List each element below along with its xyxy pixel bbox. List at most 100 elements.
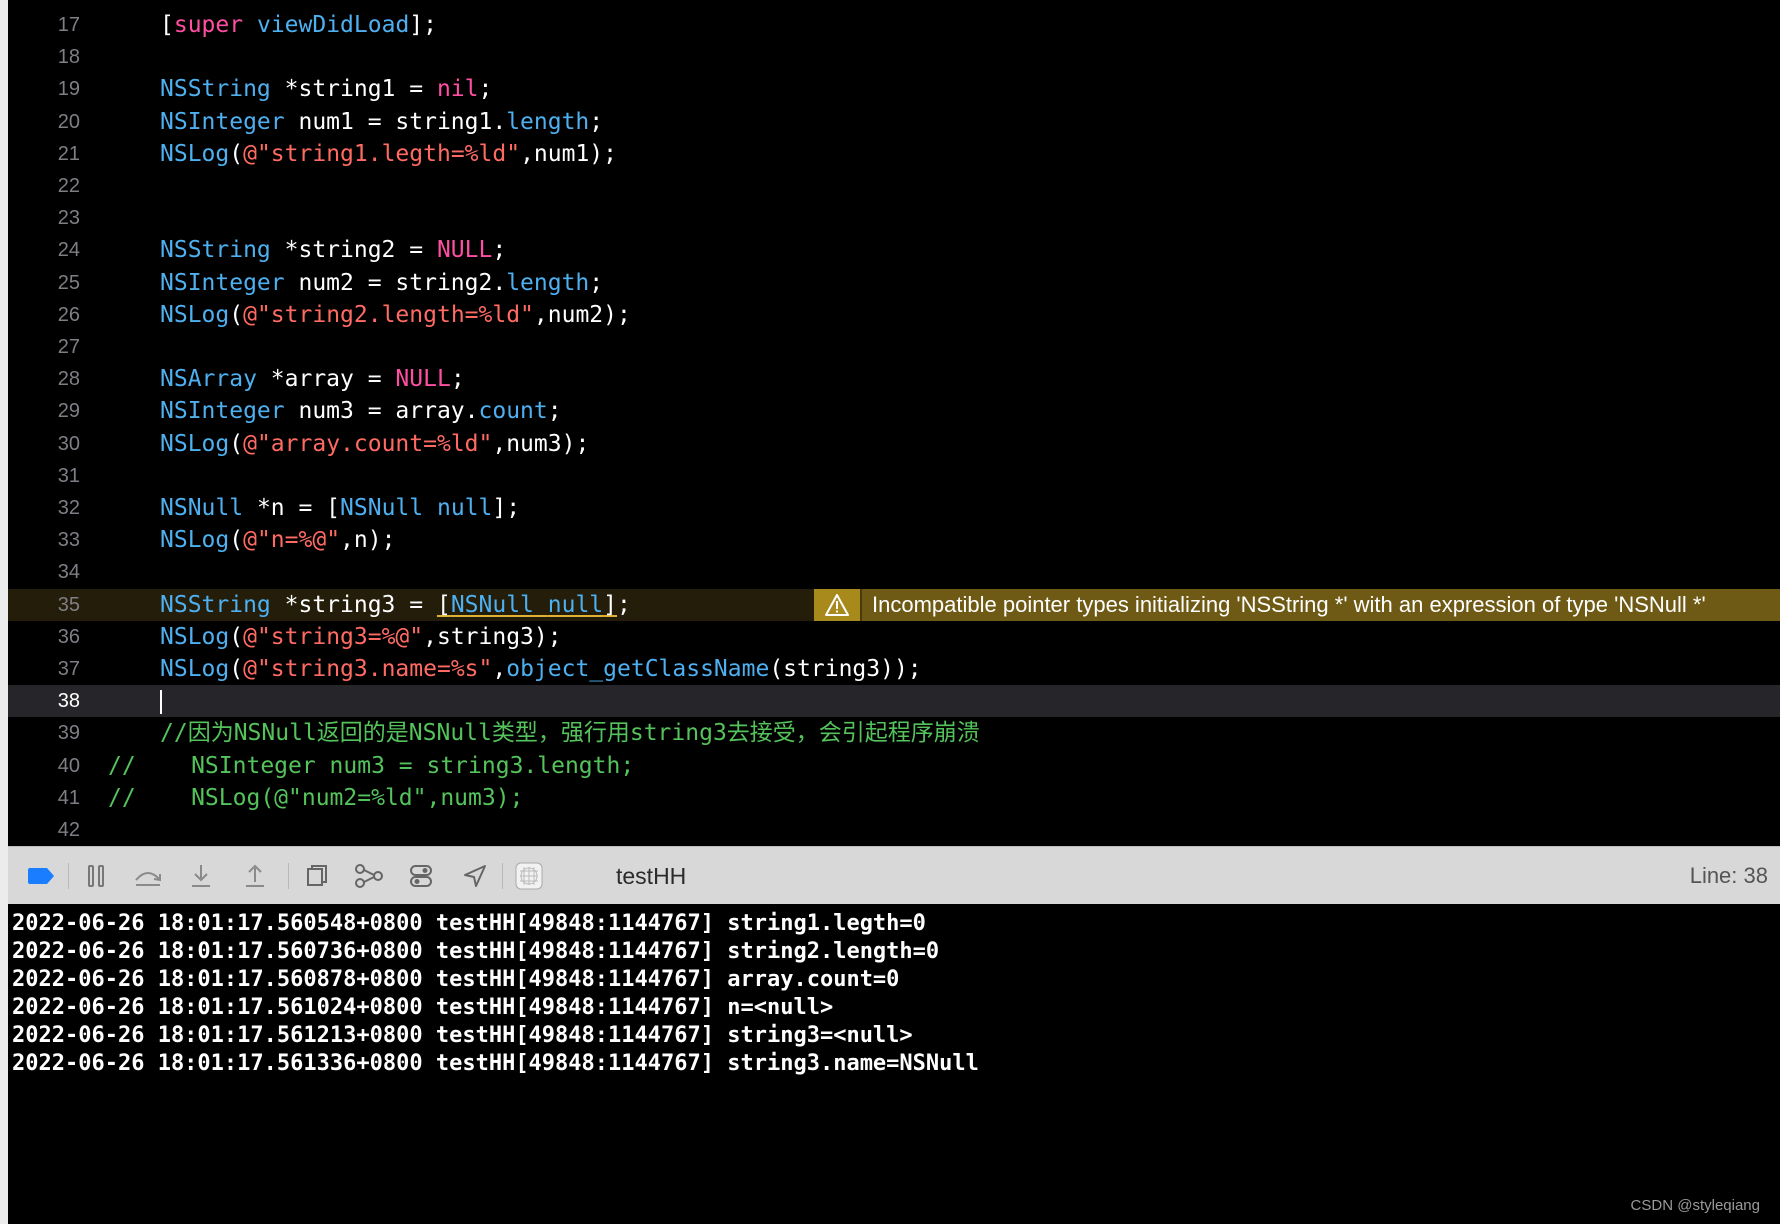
step-out-button[interactable]	[240, 861, 270, 891]
code-token: super	[173, 12, 244, 38]
line-number[interactable]: 26	[8, 299, 80, 331]
code-token: length	[506, 108, 590, 135]
code-editor[interactable]: 17 [super viewDidLoad]; 18 19 NSString *stri…	[8, 0, 1780, 846]
line-number[interactable]: 39	[8, 717, 80, 749]
code-line[interactable]: 40 // NSInteger num3 = string3.length;	[8, 750, 1780, 782]
code-line[interactable]: 27	[8, 331, 1780, 363]
line-number[interactable]: 36	[8, 621, 80, 653]
console-log-line: 2022-06-26 18:01:17.560736+0800 testHH[4…	[12, 939, 940, 964]
code-token: (	[229, 140, 244, 167]
code-line[interactable]: 36 NSLog(@"string3=%@",string3);	[8, 621, 1780, 653]
code-token: ,n);	[340, 527, 396, 554]
code-line[interactable]: 23	[8, 202, 1780, 234]
code-line[interactable]: 41 // NSLog(@"num2=%ld",num3);	[8, 782, 1780, 814]
debug-console[interactable]: 2022-06-26 18:01:17.560548+0800 testHH[4…	[8, 904, 1780, 1224]
line-number[interactable]: 28	[8, 363, 80, 395]
line-number[interactable]: 30	[8, 428, 80, 460]
code-token: NSLog	[160, 301, 230, 328]
line-number[interactable]: 38	[8, 685, 80, 717]
memory-graph-button[interactable]	[352, 861, 386, 891]
line-number[interactable]: 37	[8, 653, 80, 685]
code-token: ;	[478, 76, 493, 103]
code-line[interactable]: 18	[8, 41, 1780, 73]
line-number[interactable]: 27	[8, 331, 80, 363]
step-over-icon	[135, 872, 161, 886]
line-number[interactable]: 21	[8, 138, 80, 170]
step-over-button[interactable]	[132, 861, 164, 891]
code-token: NSInteger	[160, 108, 285, 135]
code-token: ,num1);	[520, 140, 617, 167]
code-line[interactable]: 42	[8, 814, 1780, 846]
warning-annotation[interactable]: Incompatible pointer types initializing …	[814, 588, 1780, 621]
environment-overrides-button[interactable]	[404, 861, 438, 891]
code-token: *n = [	[243, 495, 341, 521]
process-name[interactable]: testHH	[616, 861, 686, 891]
code-token: NULL	[395, 366, 451, 393]
code-token: (	[229, 430, 244, 457]
code-token: *string1 =	[270, 76, 437, 103]
code-line[interactable]: 19 NSString *string1 = nil;	[8, 73, 1780, 105]
code-line[interactable]: 38	[8, 685, 1780, 718]
line-number[interactable]: 22	[8, 170, 80, 202]
code-line[interactable]: 17 [super viewDidLoad];	[8, 9, 1780, 41]
pause-button[interactable]	[82, 861, 110, 891]
line-number[interactable]: 23	[8, 202, 80, 234]
code-token: num1 = string1.	[284, 108, 507, 135]
code-token: @"n=%@"	[243, 527, 341, 554]
code-token: NSLog	[160, 656, 230, 682]
line-number[interactable]: 42	[8, 814, 80, 846]
code-line[interactable]: 30 NSLog(@"array.count=%ld",num3);	[8, 428, 1780, 460]
code-line[interactable]: 29 NSInteger num3 = array.count;	[8, 395, 1780, 427]
step-into-icon	[192, 865, 210, 887]
code-line[interactable]: 31	[8, 460, 1780, 492]
code-token: ,num3);	[492, 430, 590, 457]
code-line[interactable]: 32 NSNull *n = [NSNull null];	[8, 492, 1780, 524]
line-number[interactable]: 24	[8, 234, 80, 266]
code-line[interactable]: 34	[8, 556, 1780, 588]
code-token: NSNull	[450, 591, 534, 618]
line-number[interactable]: 18	[8, 41, 80, 73]
code-line[interactable]: 26 NSLog(@"string2.length=%ld",num2);	[8, 299, 1780, 331]
simulate-location-button[interactable]	[458, 861, 492, 891]
line-number[interactable]: 20	[8, 106, 80, 138]
code-token: NSInteger	[160, 269, 285, 296]
code-token: NSNull	[340, 495, 424, 521]
code-line[interactable]: 22	[8, 170, 1780, 202]
app-grid-icon	[515, 862, 543, 890]
line-number[interactable]: 32	[8, 492, 80, 524]
line-number[interactable]: 29	[8, 395, 80, 427]
code-token: ,	[492, 656, 507, 682]
line-number[interactable]: 41	[8, 782, 80, 814]
code-line[interactable]: 21 NSLog(@"string1.legth=%ld",num1);	[8, 138, 1780, 170]
code-line[interactable]: 24 NSString *string2 = NULL;	[8, 234, 1780, 266]
code-token: @"string1.legth=%ld"	[243, 140, 521, 167]
code-text: NSLog(@"array.count=%ld",num3);	[160, 428, 589, 460]
line-number[interactable]: 25	[8, 267, 80, 299]
code-text: NSString *string2 = NULL;	[160, 234, 506, 266]
code-line[interactable]: 20 NSInteger num1 = string1.length;	[8, 106, 1780, 138]
step-into-button[interactable]	[186, 861, 216, 891]
line-number[interactable]: 19	[8, 73, 80, 105]
toolbar-separator	[288, 863, 289, 889]
warning-icon	[814, 588, 862, 621]
line-number[interactable]: 31	[8, 460, 80, 492]
code-text: NSLog(@"string2.length=%ld",num2);	[160, 299, 631, 331]
line-number[interactable]: 34	[8, 556, 80, 588]
code-line[interactable]: 37 NSLog(@"string3.name=%s",object_getCla…	[8, 653, 1780, 685]
line-number[interactable]: 33	[8, 524, 80, 556]
code-line[interactable]: 25 NSInteger num2 = string2.length;	[8, 267, 1780, 299]
code-token: *string2 =	[270, 237, 437, 264]
code-line[interactable]: 39 //因为NSNull返回的是NSNull类型，强行用string3去接受，会…	[8, 717, 1780, 749]
view-hierarchy-button[interactable]	[300, 861, 332, 891]
code-line[interactable]: 28 NSArray *array = NULL;	[8, 363, 1780, 395]
line-number[interactable]: 17	[8, 9, 80, 41]
code-token: // NSLog(@"num2=%ld",num3);	[108, 784, 524, 811]
code-token: // NSInteger num3 = string3.length;	[108, 752, 635, 779]
line-number[interactable]: 40	[8, 750, 80, 782]
breakpoints-toggle-button[interactable]	[26, 861, 56, 891]
code-token: ;	[589, 269, 604, 296]
line-number[interactable]: 35	[8, 589, 80, 621]
code-token: ;	[617, 591, 631, 618]
code-token: num3 = array.	[284, 398, 479, 425]
code-line[interactable]: 33 NSLog(@"n=%@",n);	[8, 524, 1780, 556]
